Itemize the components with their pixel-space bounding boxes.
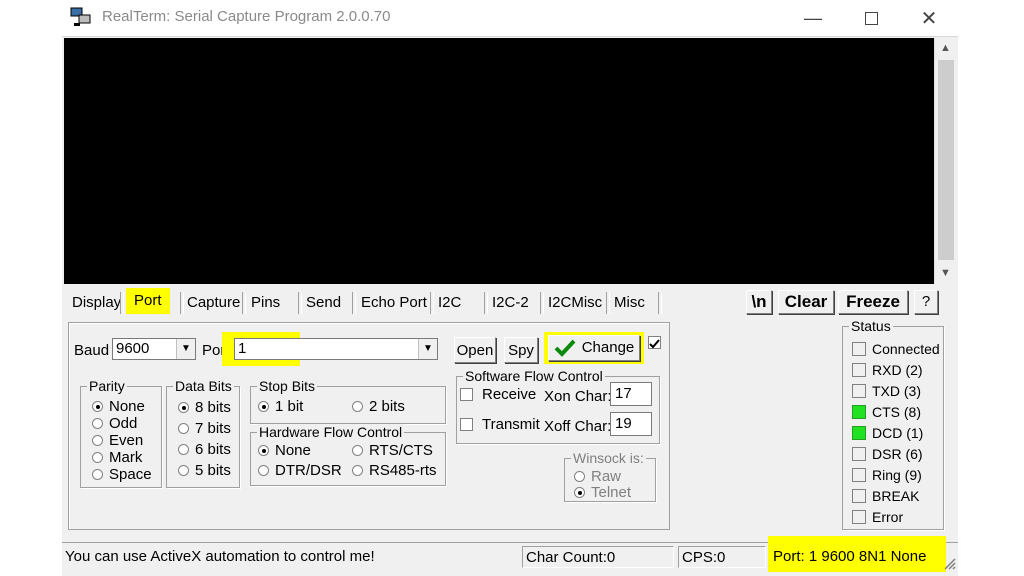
- status-ring: Ring (9): [852, 467, 922, 483]
- hardware-flow-title: Hardware Flow Control: [257, 424, 405, 440]
- data-bits-7-radio[interactable]: 7 bits: [178, 420, 231, 437]
- tab-separator: [352, 292, 356, 314]
- hw-flow-rs485-radio[interactable]: RS485-rts: [352, 462, 437, 479]
- scroll-up-icon[interactable]: ▲: [940, 42, 951, 54]
- check-icon: [649, 339, 660, 349]
- clear-button[interactable]: Clear: [778, 290, 834, 314]
- port-info: Port: 1 9600 8N1 None: [773, 548, 927, 565]
- baud-value: 9600: [116, 340, 150, 357]
- tab-send[interactable]: Send: [302, 292, 345, 314]
- tab-pins[interactable]: Pins: [247, 292, 284, 314]
- parity-odd-radio[interactable]: Odd: [92, 415, 137, 432]
- minimize-button[interactable]: —: [784, 0, 842, 36]
- tab-display[interactable]: Display: [68, 292, 125, 314]
- char-count: Char Count:0: [522, 546, 674, 568]
- parity-title: Parity: [87, 378, 127, 394]
- port-select[interactable]: 1 ▼: [234, 338, 438, 360]
- receive-label: Receive: [482, 386, 537, 403]
- open-button[interactable]: Open: [454, 337, 496, 363]
- change-label: Change: [581, 339, 635, 356]
- baud-label: Baud: [74, 342, 110, 359]
- tab-i2cmisc[interactable]: I2CMisc: [544, 292, 606, 314]
- status-error: Error: [852, 509, 903, 525]
- winsock-raw-radio[interactable]: Raw: [574, 468, 621, 485]
- change-checkbox[interactable]: [648, 336, 661, 349]
- stop-bits-title: Stop Bits: [257, 378, 318, 394]
- status-cts: CTS (8): [852, 404, 921, 420]
- data-bits-5-radio[interactable]: 5 bits: [178, 462, 231, 479]
- terminal-scrollbar[interactable]: ▲ ▼: [934, 38, 957, 284]
- parity-none-radio[interactable]: None: [92, 398, 145, 415]
- transmit-label: Transmit: [482, 416, 540, 433]
- status-message: You can use ActiveX automation to contro…: [65, 548, 375, 565]
- winsock-title: Winsock is:: [571, 450, 646, 466]
- checkmark-icon: [554, 339, 576, 357]
- port-value: 1: [238, 340, 247, 357]
- window-title: RealTerm: Serial Capture Program 2.0.0.7…: [102, 8, 391, 25]
- cps-readout: CPS:0: [678, 546, 766, 568]
- close-icon: ✕: [920, 7, 938, 30]
- tab-i2c-2[interactable]: I2C-2: [488, 292, 533, 314]
- receive-checkbox[interactable]: [460, 388, 473, 401]
- resize-grip-icon[interactable]: [942, 556, 956, 570]
- status-txd: TXD (3): [852, 383, 921, 399]
- stop-bits-2-radio[interactable]: 2 bits: [352, 398, 405, 415]
- xoff-char-input[interactable]: 19: [610, 412, 652, 436]
- spy-button[interactable]: Spy: [504, 337, 538, 363]
- software-flow-title: Software Flow Control: [463, 368, 605, 384]
- tab-separator: [120, 292, 124, 314]
- parity-space-radio[interactable]: Space: [92, 466, 152, 483]
- freeze-button[interactable]: Freeze: [838, 290, 908, 314]
- tab-separator: [658, 292, 662, 314]
- maximize-button[interactable]: [842, 0, 900, 36]
- stop-bits-1-radio[interactable]: 1 bit: [258, 398, 303, 415]
- status-dcd: DCD (1): [852, 425, 923, 441]
- xon-char-input[interactable]: 17: [610, 382, 652, 406]
- app-icon: [70, 7, 91, 26]
- title-bar: RealTerm: Serial Capture Program 2.0.0.7…: [62, 0, 958, 37]
- chevron-down-icon[interactable]: ▼: [176, 339, 195, 359]
- baud-select[interactable]: 9600 ▼: [112, 338, 196, 360]
- newline-button[interactable]: \n: [746, 290, 772, 314]
- winsock-telnet-radio[interactable]: Telnet: [574, 484, 631, 501]
- tab-echo-port[interactable]: Echo Port: [357, 292, 431, 314]
- xon-label: Xon Char:: [544, 388, 612, 405]
- tab-separator: [242, 292, 246, 314]
- scroll-down-icon[interactable]: ▼: [940, 267, 951, 279]
- status-connected: Connected: [852, 341, 940, 357]
- parity-mark-radio[interactable]: Mark: [92, 449, 142, 466]
- terminal-display[interactable]: [64, 38, 934, 284]
- hw-flow-rts-cts-radio[interactable]: RTS/CTS: [352, 442, 433, 459]
- hw-flow-none-radio[interactable]: None: [258, 442, 311, 459]
- status-title: Status: [849, 318, 893, 334]
- change-button[interactable]: Change: [548, 335, 640, 361]
- tab-i2c[interactable]: I2C: [434, 292, 465, 314]
- data-bits-title: Data Bits: [173, 378, 234, 394]
- status-rxd: RXD (2): [852, 362, 923, 378]
- maximize-icon: [864, 11, 878, 25]
- help-button[interactable]: ?: [914, 290, 938, 314]
- tab-misc[interactable]: Misc: [610, 292, 649, 314]
- parity-even-radio[interactable]: Even: [92, 432, 143, 449]
- data-bits-8-radio[interactable]: 8 bits: [178, 399, 231, 416]
- data-bits-6-radio[interactable]: 6 bits: [178, 441, 231, 458]
- transmit-checkbox[interactable]: [460, 418, 473, 431]
- hw-flow-dtr-dsr-radio[interactable]: DTR/DSR: [258, 462, 342, 479]
- tab-port[interactable]: Port: [126, 288, 170, 314]
- status-break: BREAK: [852, 488, 919, 504]
- tab-capture[interactable]: Capture: [183, 292, 244, 314]
- close-button[interactable]: ✕: [900, 0, 958, 36]
- xoff-label: Xoff Char:: [544, 418, 612, 435]
- status-dsr: DSR (6): [852, 446, 923, 462]
- scroll-thumb[interactable]: [938, 60, 954, 260]
- chevron-down-icon[interactable]: ▼: [418, 339, 437, 359]
- minimize-icon: —: [804, 7, 822, 28]
